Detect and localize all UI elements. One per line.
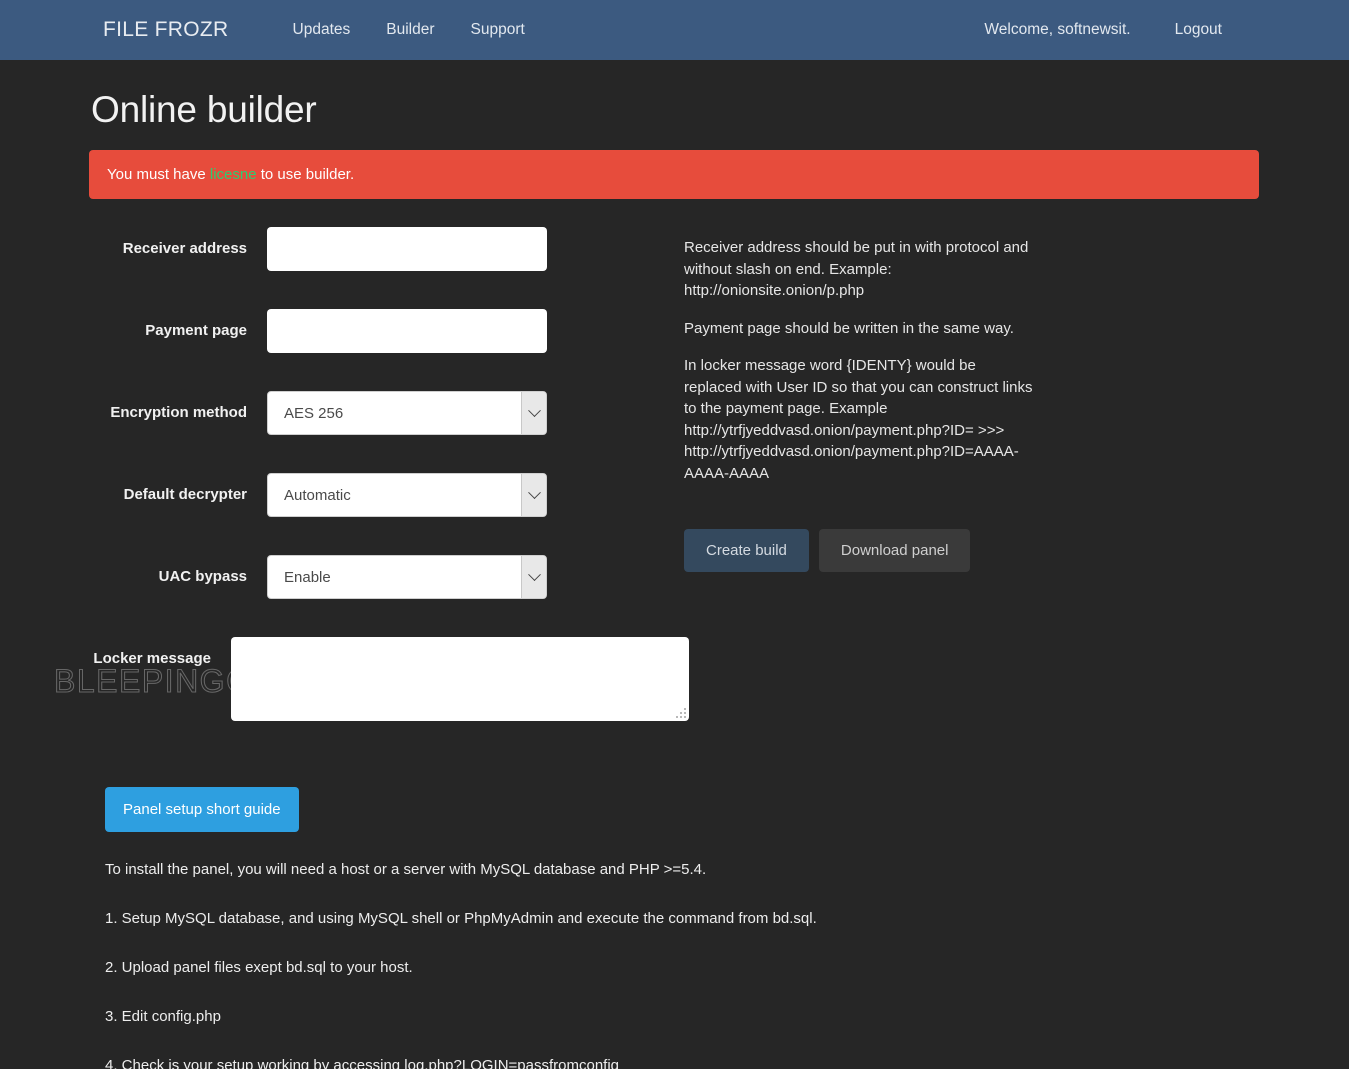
locker-message-textarea[interactable] xyxy=(231,637,689,721)
alert-text-after: to use builder. xyxy=(256,166,355,183)
alert-text-before: You must have xyxy=(107,166,210,183)
help-panel: Receiver address should be put in with p… xyxy=(684,227,1104,759)
receiver-address-input[interactable] xyxy=(267,227,547,271)
form-row-default-decrypter: Default decrypter Automatic xyxy=(89,473,689,517)
license-link[interactable]: licesne xyxy=(210,166,257,183)
encryption-method-dropdown-button[interactable] xyxy=(521,392,546,434)
guide-button-wrap: Panel setup short guide xyxy=(89,787,1349,832)
encryption-method-value: AES 256 xyxy=(284,404,344,422)
builder-actions: Create build Download panel xyxy=(684,529,1104,572)
receiver-address-control xyxy=(267,227,547,271)
default-decrypter-dropdown-button[interactable] xyxy=(521,474,546,516)
default-decrypter-value: Automatic xyxy=(284,486,351,504)
logout-link[interactable]: Logout xyxy=(1153,21,1244,39)
guide-section: To install the panel, you will need a ho… xyxy=(89,859,1349,1069)
license-alert: You must have licesne to use builder. xyxy=(89,150,1259,199)
main-nav: Updates Builder Support xyxy=(275,21,543,39)
form-row-payment-page: Payment page xyxy=(89,309,689,353)
nav-item-updates[interactable]: Updates xyxy=(275,21,369,39)
nav-item-builder[interactable]: Builder xyxy=(368,21,452,39)
user-nav: Welcome, softnewsit. Logout xyxy=(962,21,1244,39)
chevron-down-icon xyxy=(527,567,541,581)
builder-form: Receiver address Payment page Encryption… xyxy=(89,227,689,759)
guide-step-1: 1. Setup MySQL database, and using MySQL… xyxy=(105,910,817,927)
builder-columns: Receiver address Payment page Encryption… xyxy=(89,227,1349,759)
page-title: Online builder xyxy=(91,89,317,130)
nav-item-support[interactable]: Support xyxy=(453,21,543,39)
payment-page-input[interactable] xyxy=(267,309,547,353)
help-paragraph-payment: Payment page should be written in the sa… xyxy=(684,319,1014,337)
download-panel-button[interactable]: Download panel xyxy=(818,529,971,572)
panel-setup-short-guide-button[interactable]: Panel setup short guide xyxy=(105,787,299,832)
top-navbar: FILE FROZR Updates Builder Support Welco… xyxy=(0,0,1349,60)
brand-logo[interactable]: FILE FROZR xyxy=(103,18,229,42)
create-build-button[interactable]: Create build xyxy=(684,529,809,572)
default-decrypter-select[interactable]: Automatic xyxy=(267,473,547,517)
page-body: Online builder You must have licesne to … xyxy=(0,89,1349,1069)
chevron-down-icon xyxy=(527,403,541,417)
guide-step-3: 3. Edit config.php xyxy=(105,1008,221,1025)
uac-bypass-dropdown-button[interactable] xyxy=(521,556,546,598)
guide-intro: To install the panel, you will need a ho… xyxy=(105,861,707,878)
label-default-decrypter: Default decrypter xyxy=(123,486,247,503)
label-locker-message: Locker message xyxy=(93,650,211,667)
label-receiver-address: Receiver address xyxy=(122,240,247,257)
guide-step-4: 4. Check is your setup working by access… xyxy=(105,1057,620,1069)
form-row-locker-message: Locker message xyxy=(89,637,689,721)
guide-step-2: 2. Upload panel files exept bd.sql to yo… xyxy=(105,959,413,976)
label-payment-page: Payment page xyxy=(145,322,247,339)
form-row-uac-bypass: UAC bypass Enable xyxy=(89,555,689,599)
label-uac-bypass: UAC bypass xyxy=(158,568,247,585)
encryption-method-select[interactable]: AES 256 xyxy=(267,391,547,435)
help-paragraph-identy: In locker message word {IDENTY} would be… xyxy=(684,357,1033,482)
help-paragraph-receiver: Receiver address should be put in with p… xyxy=(684,239,1029,299)
uac-bypass-value: Enable xyxy=(284,568,331,586)
form-row-encryption-method: Encryption method AES 256 xyxy=(89,391,689,435)
chevron-down-icon xyxy=(527,485,541,499)
welcome-message: Welcome, softnewsit. xyxy=(984,21,1131,38)
locker-message-control xyxy=(231,637,689,721)
form-row-receiver-address: Receiver address xyxy=(89,227,689,271)
label-encryption-method: Encryption method xyxy=(110,404,247,421)
payment-page-control xyxy=(267,309,547,353)
uac-bypass-select[interactable]: Enable xyxy=(267,555,547,599)
